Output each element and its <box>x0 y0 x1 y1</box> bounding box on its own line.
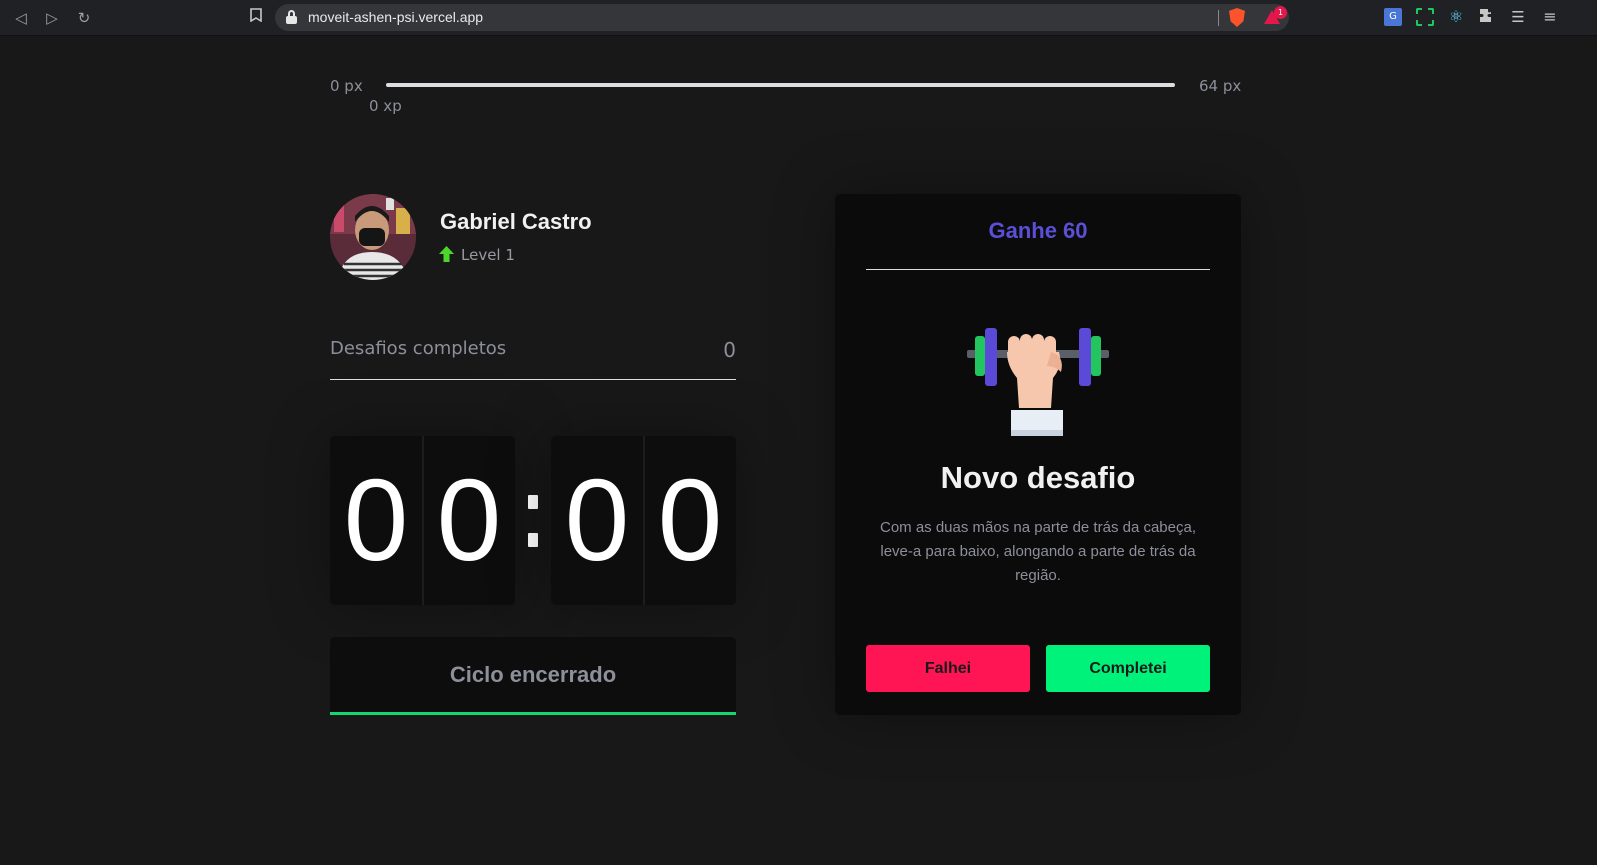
lock-icon <box>286 10 297 24</box>
reload-icon[interactable]: ↻ <box>73 7 95 29</box>
url-text[interactable]: moveit-ashen-psi.vercel.app <box>308 9 483 25</box>
fail-button[interactable]: Falhei <box>866 645 1030 692</box>
xp-progress-bar <box>386 83 1175 87</box>
forward-icon[interactable]: ▷ <box>41 7 63 29</box>
xp-min-label: 0 px <box>330 77 363 95</box>
countdown-digit: 0 <box>657 455 723 585</box>
divider <box>866 269 1210 270</box>
divider <box>330 379 736 380</box>
level-up-icon <box>439 246 454 262</box>
address-bar[interactable]: moveit-ashen-psi.vercel.app 1 <box>275 4 1289 31</box>
countdown-digit: 0 <box>436 455 502 585</box>
countdown-digit: 0 <box>564 455 630 585</box>
xp-max-label: 64 px <box>1199 77 1242 95</box>
completed-challenges-count: 0 <box>723 338 736 362</box>
extensions-icon[interactable] <box>1478 8 1496 26</box>
playlist-icon[interactable]: ☰ <box>1509 8 1527 26</box>
challenge-card: Ganhe 60 Novo desafio Com as duas mãos n… <box>835 194 1241 715</box>
back-icon[interactable]: ◁ <box>10 7 32 29</box>
countdown-colon <box>522 495 544 555</box>
profile-name: Gabriel Castro <box>440 209 592 234</box>
cycle-finished-button[interactable]: Ciclo encerrado <box>330 637 736 715</box>
xp-current-label: 0 xp <box>369 97 402 115</box>
countdown-seconds: 0 0 <box>551 436 736 605</box>
menu-icon[interactable]: ≡ <box>1541 8 1559 26</box>
completed-challenges-label: Desafios completos <box>330 338 507 359</box>
react-devtools-icon[interactable]: ⚛ <box>1447 8 1465 26</box>
browser-toolbar: ◁ ▷ ↻ moveit-ashen-psi.vercel.app 1 G ⚛ … <box>0 0 1597 36</box>
dumbbell-icon <box>967 326 1109 440</box>
complete-button[interactable]: Completei <box>1046 645 1210 692</box>
avatar <box>330 194 416 280</box>
countdown-digit: 0 <box>343 455 409 585</box>
translate-icon[interactable]: G <box>1384 8 1402 26</box>
countdown-minutes: 0 0 <box>330 436 515 605</box>
screenshot-icon[interactable] <box>1416 8 1434 26</box>
bookmark-icon[interactable] <box>246 7 266 29</box>
level-label: Level 1 <box>461 246 515 264</box>
brave-shield-icon[interactable] <box>1229 8 1245 27</box>
challenge-title: Novo desafio <box>940 460 1136 495</box>
challenge-reward: Ganhe 60 <box>988 218 1088 243</box>
rewards-badge: 1 <box>1274 6 1287 19</box>
challenge-description: Com as duas mãos na parte de trás da cab… <box>879 519 1196 584</box>
divider <box>1218 10 1219 26</box>
